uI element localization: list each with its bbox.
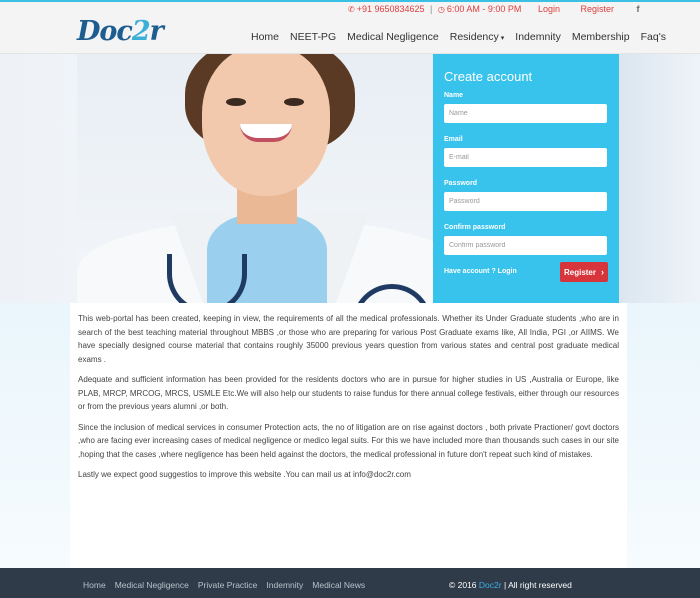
name-label: Name — [444, 92, 464, 99]
nav-membership[interactable]: Membership — [572, 31, 630, 43]
footer: Home Medical Negligence Private Practice… — [0, 568, 700, 598]
contact-bar: ✆ +91 9650834625 | ◷ 6:00 AM - 9:00 PM Log… — [348, 4, 640, 14]
register-button[interactable]: Register › — [560, 262, 608, 282]
email-input[interactable] — [444, 148, 607, 167]
facebook-icon[interactable]: f — [637, 4, 640, 14]
login-link[interactable]: Login — [538, 4, 560, 14]
footer-link-indemnity[interactable]: Indemnity — [266, 580, 303, 590]
logo-text: Doc2r — [77, 16, 164, 47]
form-title: Create account — [444, 69, 533, 84]
password-input[interactable] — [444, 192, 607, 211]
divider: | — [430, 4, 433, 14]
footer-brand[interactable]: Doc2r — [479, 580, 502, 590]
nav-faqs[interactable]: Faq's — [641, 31, 666, 43]
nav-residency-label: Residency — [449, 31, 499, 43]
office-hours: 6:00 AM - 9:00 PM — [446, 4, 522, 14]
confirm-password-input[interactable] — [444, 236, 607, 255]
copyright: © 2016 Doc2r | All right reserved — [449, 580, 572, 590]
nav-residency[interactable]: Residency ▾ — [450, 31, 505, 43]
chevron-right-icon: › — [601, 267, 604, 277]
paragraph: Lastly we expect good suggestios to impr… — [78, 470, 411, 479]
hero-image — [77, 54, 467, 303]
footer-link-home[interactable]: Home — [83, 580, 106, 590]
paragraph: Adequate and sufficient information has … — [78, 375, 619, 411]
clock-icon: ◷ — [437, 5, 445, 14]
phone-number: +91 9650834625 — [356, 4, 425, 14]
paragraph: Since the inclusion of medical services … — [78, 422, 619, 459]
about-content: This web-portal has been created, keepin… — [70, 303, 627, 568]
nav-neet-pg[interactable]: NEET-PG — [290, 31, 336, 43]
email-label: Email — [444, 136, 463, 143]
main-nav: Home NEET-PG Medical Negligence Residenc… — [251, 31, 677, 43]
create-account-form: Create account Name Email Password Confi… — [433, 54, 619, 303]
name-input[interactable] — [444, 104, 607, 123]
chevron-down-icon: ▾ — [500, 35, 505, 42]
doctor-face — [202, 54, 330, 196]
nav-indemnity[interactable]: Indemnity — [515, 31, 561, 43]
footer-link-private-practice[interactable]: Private Practice — [198, 580, 258, 590]
header: ✆ +91 9650834625 | ◷ 6:00 AM - 9:00 PM Log… — [0, 2, 700, 54]
register-link[interactable]: Register — [581, 4, 615, 14]
password-label: Password — [444, 180, 478, 187]
logo[interactable]: Doc2r — [77, 16, 164, 50]
footer-link-medical-negligence[interactable]: Medical Negligence — [115, 580, 189, 590]
paragraph: This web-portal has been created, keepin… — [78, 314, 619, 364]
footer-links: Home Medical Negligence Private Practice… — [83, 580, 374, 590]
nav-medical-negligence[interactable]: Medical Negligence — [347, 31, 439, 43]
stethoscope — [167, 254, 247, 303]
nav-home[interactable]: Home — [251, 31, 279, 43]
register-button-label: Register — [563, 267, 596, 277]
confirm-password-label: Confirm password — [444, 224, 506, 231]
footer-link-medical-news[interactable]: Medical News — [312, 580, 365, 590]
phone-icon: ✆ — [348, 5, 355, 14]
